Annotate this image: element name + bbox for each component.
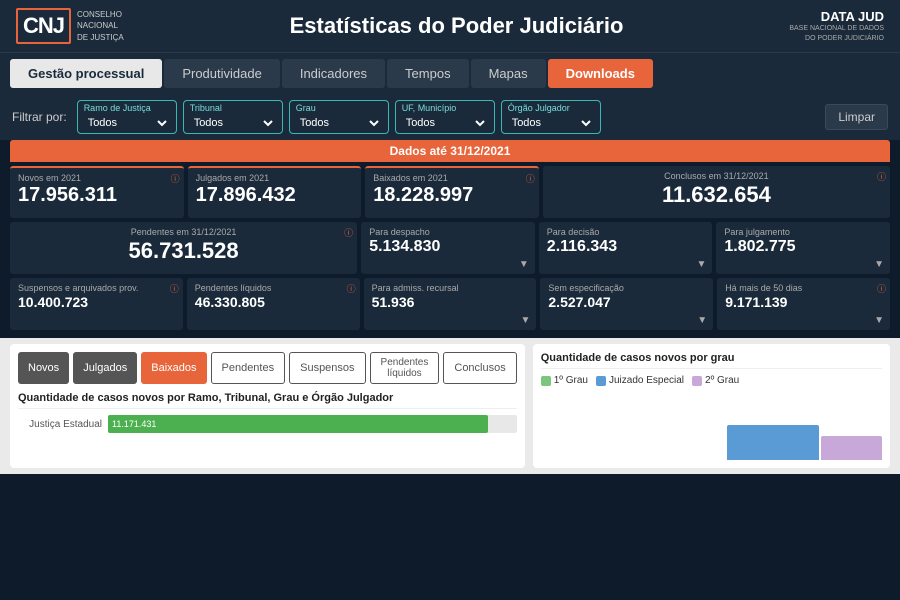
down-icon-50dias: ▼ [874,315,884,326]
bar-chart: Justiça Estadual 11.171.431 [18,415,517,433]
stat-novos: Novos em 2021 17.956.311 ⓘ [10,166,184,218]
btn-pend-liquidos[interactable]: Pendenteslíquidos [370,352,440,384]
down-icon-sem-esp: ▼ [697,315,707,326]
btn-baixados[interactable]: Baixados [141,352,206,384]
stat-pendentes: Pendentes em 31/12/2021 56.731.528 ⓘ [10,222,357,274]
right-panel: Quantidade de casos novos por grau 1º Gr… [533,344,890,468]
bar-juizado [727,425,819,460]
info-icon-conclusos[interactable]: ⓘ [877,170,886,183]
info-icon-suspensos[interactable]: ⓘ [170,282,179,295]
cnj-full-text: CONSELHO NACIONAL DE JUSTIÇA [77,9,124,43]
logo-area: CNJ CONSELHO NACIONAL DE JUSTIÇA [16,8,124,44]
stats-row3: Suspensos e arquivados prov. 10.400.723 … [10,278,890,330]
down-icon-decisao: ▼ [696,259,706,270]
down-icon-despacho: ▼ [519,259,529,270]
datajud-logo: DATA JUD BASE NACIONAL DE DADOSDO PODER … [789,9,884,42]
down-icon-recursal: ▼ [520,315,530,326]
filter-uf-select[interactable]: Todos [402,116,488,130]
stat-baixados: Baixados em 2021 18.228.997 ⓘ [365,166,539,218]
nav-produtividade[interactable]: Produtividade [164,59,280,88]
stat-pendentes-liquidos: Pendentes líquidos 46.330.805 ⓘ [187,278,360,330]
right-chart-title: Quantidade de casos novos por grau [541,352,882,369]
main-stats: Dados até 31/12/2021 Novos em 2021 17.95… [0,140,900,338]
stats-row2: Pendentes em 31/12/2021 56.731.528 ⓘ Par… [10,222,890,274]
left-chart-title: Quantidade de casos novos por Ramo, Trib… [18,392,517,409]
legend-juizado: Juizado Especial [596,375,684,386]
down-icon-julgamento: ▼ [874,259,884,270]
stat-conclusos: Conclusos em 31/12/2021 11.632.654 ⓘ [543,166,890,218]
stats-row1: Novos em 2021 17.956.311 ⓘ Julgados em 2… [10,166,890,218]
app-header: CNJ CONSELHO NACIONAL DE JUSTIÇA Estatís… [0,0,900,53]
stat-para-julgamento: Para julgamento 1.802.775 ▼ [716,222,890,274]
nav-downloads[interactable]: Downloads [548,59,653,88]
stat-suspensos: Suspensos e arquivados prov. 10.400.723 … [10,278,183,330]
limpar-button[interactable]: Limpar [825,104,888,130]
nav-mapas[interactable]: Mapas [471,59,546,88]
lower-section: Novos Julgados Baixados Pendentes Suspen… [0,338,900,474]
stat-julgados: Julgados em 2021 17.896.432 [188,166,362,218]
stat-para-despacho: Para despacho 5.134.830 ▼ [361,222,535,274]
navigation-bar: Gestão processual Produtividade Indicado… [0,53,900,94]
nav-indicadores[interactable]: Indicadores [282,59,385,88]
info-icon-baixados[interactable]: ⓘ [526,172,535,185]
filter-orgao: Órgão Julgador Todos [501,100,601,134]
filter-uf: UF, Município Todos [395,100,495,134]
info-icon-novos[interactable]: ⓘ [171,172,180,185]
stat-para-decisao: Para decisão 2.116.343 ▼ [539,222,713,274]
cnj-logo-box: CNJ CONSELHO NACIONAL DE JUSTIÇA [16,8,124,44]
btn-julgados[interactable]: Julgados [73,352,137,384]
filter-grau: Grau Todos [289,100,389,134]
nav-gestao[interactable]: Gestão processual [10,59,162,88]
grau-bar-chart [541,390,882,460]
left-panel: Novos Julgados Baixados Pendentes Suspen… [10,344,525,468]
filter-grau-select[interactable]: Todos [296,116,382,130]
info-icon-pend-liq[interactable]: ⓘ [347,282,356,295]
btn-novos[interactable]: Novos [18,352,69,384]
nav-tempos[interactable]: Tempos [387,59,469,88]
info-icon-pendentes[interactable]: ⓘ [344,226,353,239]
legend-1grau: 1º Grau [541,375,588,386]
stat-admiss-recursal: Para admiss. recursal 51.936 ▼ [364,278,537,330]
bar-row-estadual: Justiça Estadual 11.171.431 [18,415,517,433]
filter-bar: Filtrar por: Ramo de Justiça Todos Tribu… [0,94,900,140]
filter-ramo-select[interactable]: Todos [84,116,170,130]
page-title: Estatísticas do Poder Judiciário [290,13,624,39]
cnj-abbr: CNJ [23,13,64,38]
info-icon-50dias[interactable]: ⓘ [877,282,886,295]
chart-buttons: Novos Julgados Baixados Pendentes Suspen… [18,352,517,384]
legend-2grau: 2º Grau [692,375,739,386]
stat-ha-mais-50: Há mais de 50 dias 9.171.139 ⓘ ▼ [717,278,890,330]
filter-tribunal: Tribunal Todos [183,100,283,134]
filter-group: Ramo de Justiça Todos Tribunal Todos Gra… [77,100,820,134]
filter-label: Filtrar por: [12,110,67,124]
stat-sem-especificacao: Sem especificação 2.527.047 ▼ [540,278,713,330]
btn-pendentes[interactable]: Pendentes [211,352,286,384]
filter-ramo: Ramo de Justiça Todos [77,100,177,134]
btn-suspensos[interactable]: Suspensos [289,352,365,384]
btn-conclusos[interactable]: Conclusos [443,352,516,384]
filter-tribunal-select[interactable]: Todos [190,116,276,130]
bar-2grau [821,436,882,461]
filter-orgao-select[interactable]: Todos [508,116,594,130]
data-period-header: Dados até 31/12/2021 [10,140,890,162]
grau-legend: 1º Grau Juizado Especial 2º Grau [541,375,882,386]
